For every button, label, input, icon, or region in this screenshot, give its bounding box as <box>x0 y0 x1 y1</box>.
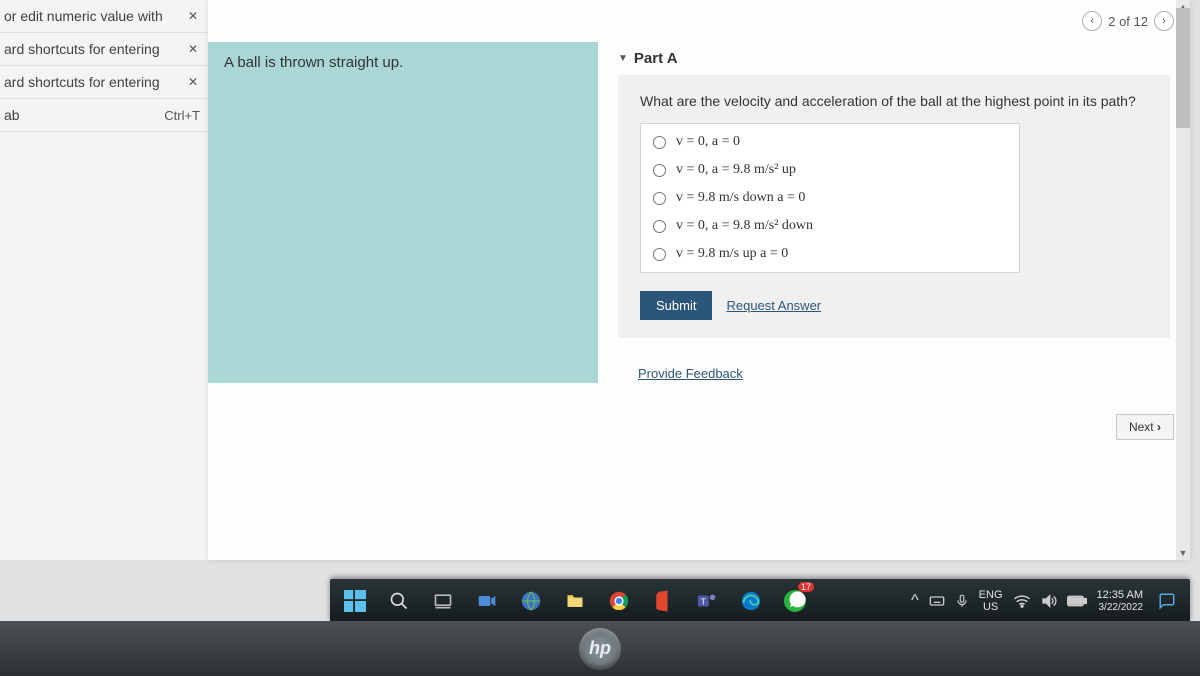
scrollbar-thumb[interactable] <box>1176 8 1190 128</box>
battery-icon[interactable] <box>1067 594 1087 608</box>
problem-title: A ball is thrown straight up. <box>224 54 403 71</box>
pager-prev-button[interactable]: ‹ <box>1082 11 1102 31</box>
close-icon[interactable]: ✕ <box>186 75 200 89</box>
scroll-down-icon[interactable]: ▼ <box>1176 546 1190 560</box>
start-button[interactable] <box>336 582 374 620</box>
question-text: What are the velocity and acceleration o… <box>640 93 1152 109</box>
tab-label: ard shortcuts for entering <box>4 41 160 57</box>
svg-text:T: T <box>701 598 706 607</box>
tab-label: ard shortcuts for entering <box>4 74 160 90</box>
task-view-icon[interactable] <box>424 582 462 620</box>
next-label: Next <box>1129 420 1154 434</box>
options-group: v = 0, a = 0 v = 0, a = 9.8 m/s² up v = … <box>640 123 1020 273</box>
option-item[interactable]: v = 0, a = 9.8 m/s² down <box>641 212 1019 240</box>
clock-date: 3/22/2022 <box>1097 602 1143 613</box>
tray-overflow-icon[interactable]: ^ <box>911 592 919 610</box>
part-panel: ▼ Part A What are the velocity and accel… <box>598 42 1190 383</box>
tab-item[interactable]: or edit numeric value with ✕ <box>0 0 208 33</box>
file-explorer-icon[interactable] <box>556 582 594 620</box>
option-item[interactable]: v = 0, a = 0 <box>641 128 1019 156</box>
problem-header: A ball is thrown straight up. <box>208 42 598 383</box>
tab-label: ab <box>4 107 20 123</box>
wifi-icon[interactable] <box>1013 594 1031 608</box>
tab-item[interactable]: ard shortcuts for entering ✕ <box>0 33 208 66</box>
option-label: v = 9.8 m/s down a = 0 <box>676 190 805 206</box>
option-item[interactable]: v = 9.8 m/s up a = 0 <box>641 240 1019 268</box>
radio-input[interactable] <box>653 136 666 149</box>
tab-label: or edit numeric value with <box>4 8 163 24</box>
request-answer-button[interactable]: Request Answer <box>726 298 821 313</box>
vertical-scrollbar[interactable]: ▲ ▼ <box>1176 0 1190 560</box>
option-item[interactable]: v = 9.8 m/s down a = 0 <box>641 184 1019 212</box>
option-item[interactable]: v = 0, a = 9.8 m/s² up <box>641 156 1019 184</box>
option-label: v = 0, a = 0 <box>676 134 740 150</box>
submit-button[interactable]: Submit <box>640 291 712 320</box>
part-title: Part A <box>634 50 678 67</box>
option-label: v = 9.8 m/s up a = 0 <box>676 246 788 262</box>
pager-next-button[interactable]: › <box>1154 11 1174 31</box>
notification-badge: 17 <box>798 582 814 592</box>
option-label: v = 0, a = 9.8 m/s² down <box>676 218 813 234</box>
language-indicator[interactable]: ENG US <box>979 589 1003 613</box>
clock[interactable]: 12:35 AM 3/22/2022 <box>1097 589 1148 612</box>
tab-shortcut: Ctrl+T <box>164 108 200 123</box>
windows-taskbar: T 17 ^ ENG US 12:35 AM 3/22/2022 <box>330 579 1190 623</box>
top-bar: ‹ 2 of 12 › <box>208 0 1190 42</box>
chevron-down-icon: ▼ <box>618 53 628 64</box>
volume-icon[interactable] <box>1041 593 1057 609</box>
tab-item[interactable]: ard shortcuts for entering ✕ <box>0 66 208 99</box>
pager-label: 2 of 12 <box>1108 14 1148 29</box>
globe-icon[interactable] <box>512 582 550 620</box>
camera-icon[interactable] <box>468 582 506 620</box>
search-icon[interactable] <box>380 582 418 620</box>
radio-input[interactable] <box>653 248 666 261</box>
close-icon[interactable]: ✕ <box>186 42 200 56</box>
radio-input[interactable] <box>653 192 666 205</box>
microphone-icon[interactable] <box>955 592 969 610</box>
content-row: A ball is thrown straight up. ▼ Part A W… <box>208 42 1190 383</box>
provide-feedback-link[interactable]: Provide Feedback <box>638 366 743 381</box>
tab-item[interactable]: ab Ctrl+T <box>0 99 208 132</box>
main-panel: ‹ 2 of 12 › A ball is thrown straight up… <box>208 0 1190 560</box>
chevron-right-icon: › <box>1157 420 1161 434</box>
hp-logo: hp <box>579 628 621 670</box>
part-body: What are the velocity and acceleration o… <box>618 75 1170 338</box>
clock-time: 12:35 AM <box>1097 589 1143 601</box>
radio-input[interactable] <box>653 164 666 177</box>
part-title-row[interactable]: ▼ Part A <box>618 50 1170 67</box>
notification-icon[interactable] <box>1158 592 1176 610</box>
edge-icon[interactable] <box>732 582 770 620</box>
system-tray: ^ ENG US 12:35 AM 3/22/2022 <box>903 589 1184 613</box>
teams-icon[interactable]: T <box>688 582 726 620</box>
whatsapp-icon[interactable]: 17 <box>776 582 814 620</box>
laptop-bezel: hp <box>0 621 1200 676</box>
next-button[interactable]: Next › <box>1116 414 1174 440</box>
office-icon[interactable] <box>644 582 682 620</box>
browser-tabstrip-partial: or edit numeric value with ✕ ard shortcu… <box>0 0 208 560</box>
buttons-row: Submit Request Answer <box>640 291 1152 320</box>
keyboard-icon[interactable] <box>929 593 945 609</box>
radio-input[interactable] <box>653 220 666 233</box>
chrome-icon[interactable] <box>600 582 638 620</box>
close-icon[interactable]: ✕ <box>186 9 200 23</box>
option-label: v = 0, a = 9.8 m/s² up <box>676 162 796 178</box>
